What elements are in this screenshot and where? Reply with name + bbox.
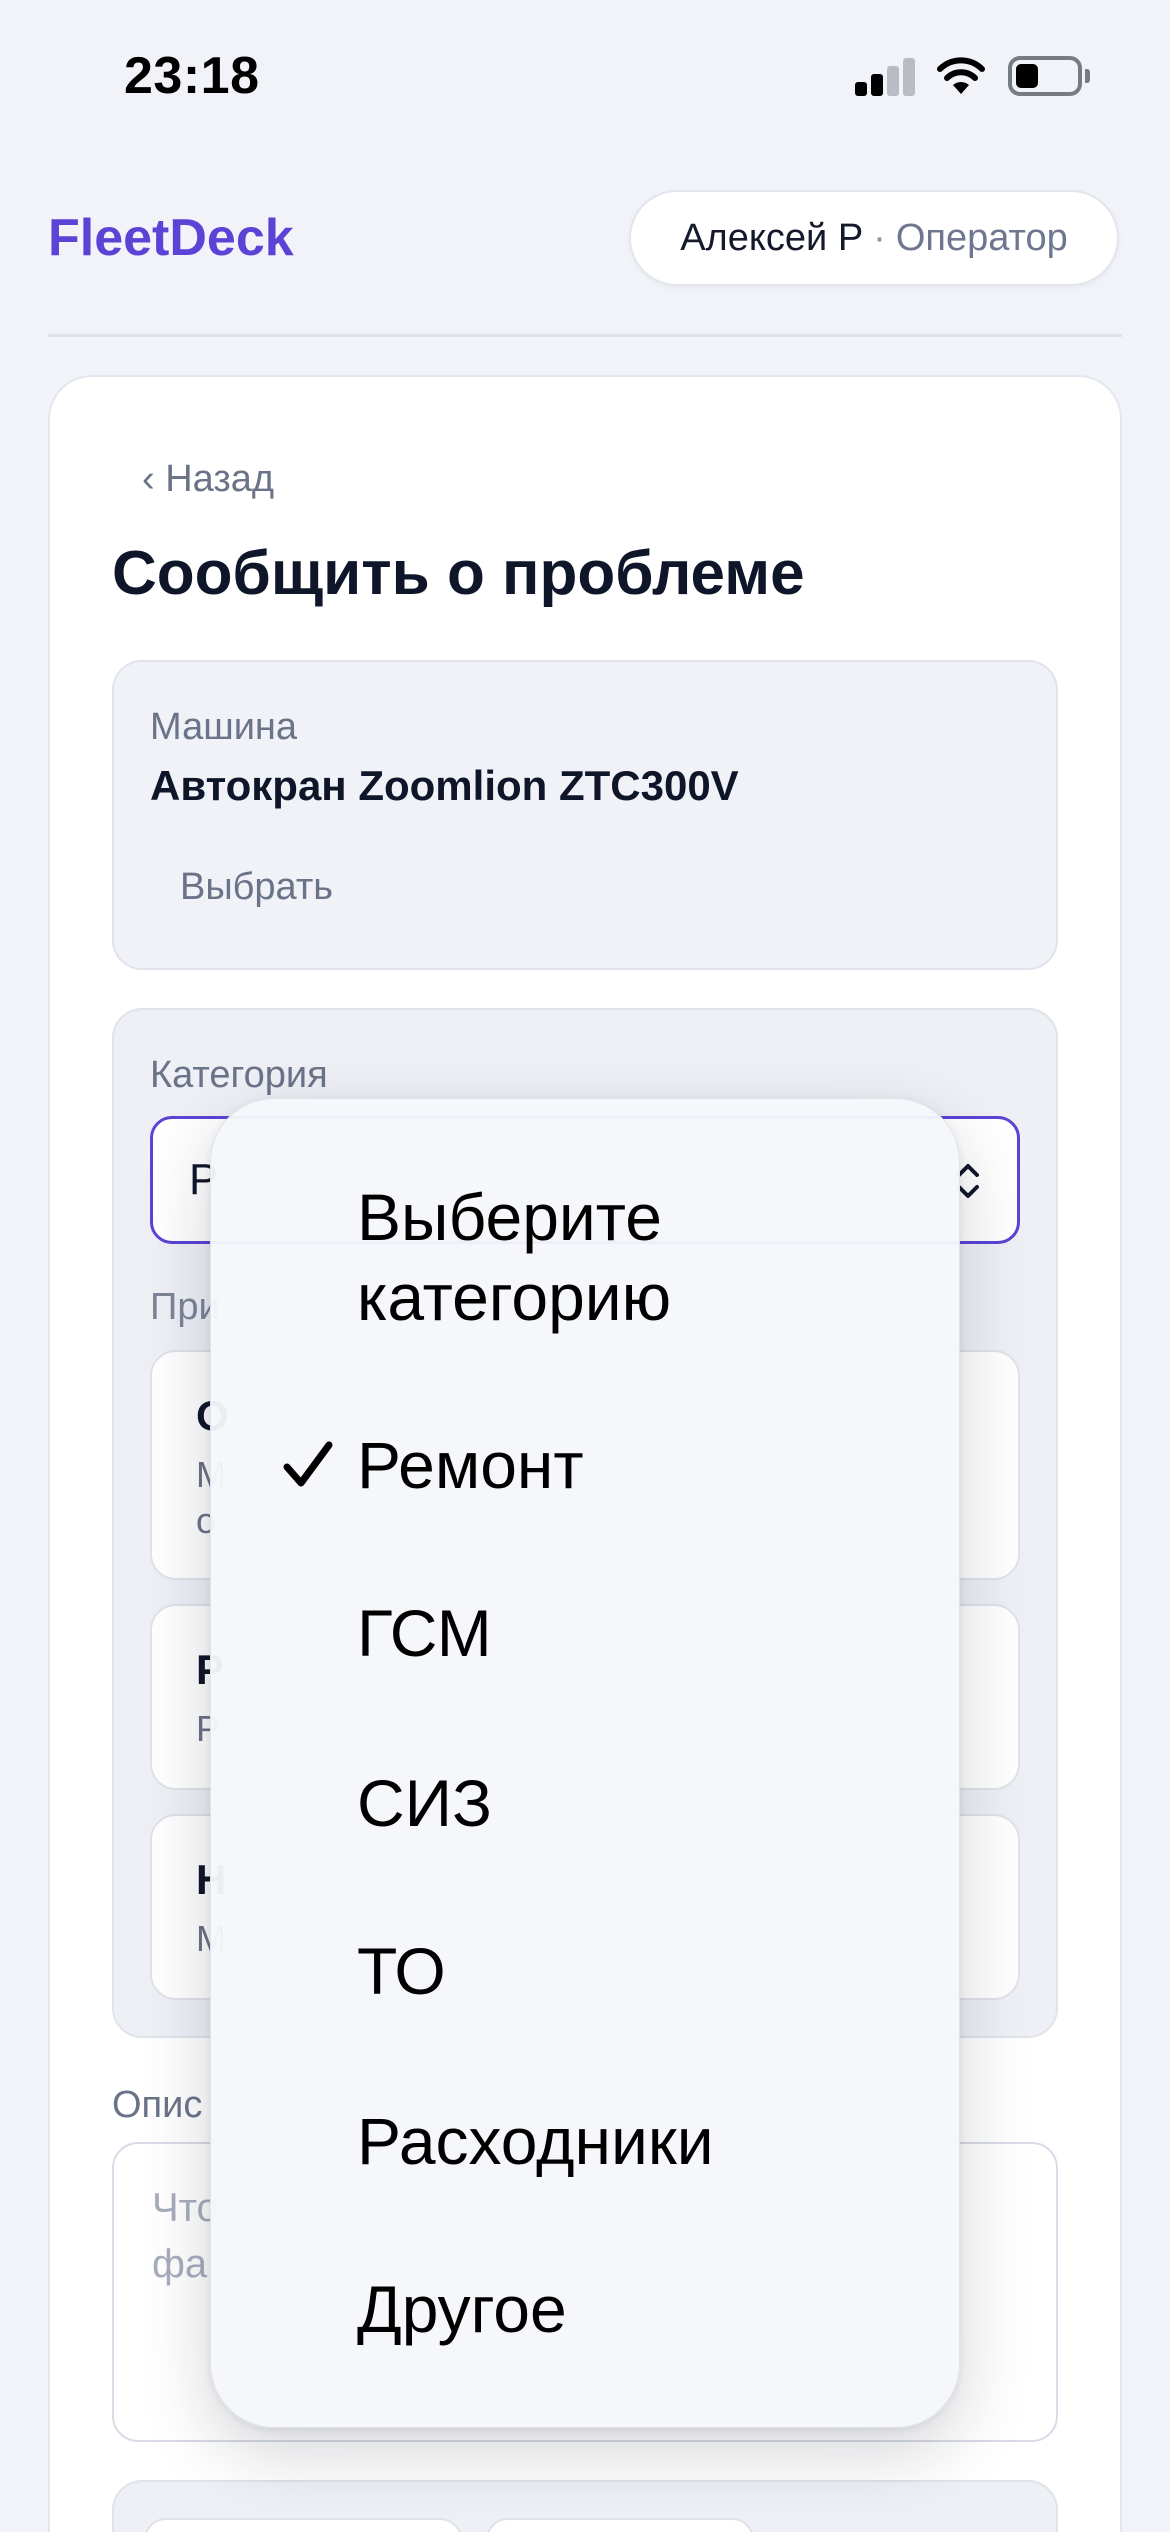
user-separator: · (873, 216, 886, 259)
dropdown-option-label: ТО (357, 1934, 446, 2008)
dropdown-option-other[interactable]: Другое (211, 2269, 961, 2349)
machine-name: Автокран Zoomlion ZTC300V (150, 762, 739, 809)
category-dropdown-menu: Выберите категорию Ремонт ГСМ СИЗ ТО Рас… (210, 1098, 960, 2428)
status-bar: 23:18 (0, 0, 1170, 150)
battery-icon (1008, 56, 1090, 96)
back-link[interactable]: ‹ Назад (142, 458, 274, 501)
header-divider (48, 334, 1122, 337)
attachment-chip[interactable] (486, 2518, 754, 2532)
dropdown-option-label: Расходники (357, 2104, 714, 2178)
page-title: Сообщить о проблеме (112, 539, 805, 608)
checkmark-icon (283, 1441, 333, 1487)
dropdown-option-ppe[interactable]: СИЗ (211, 1763, 961, 1843)
dropdown-option-label: Выберите категорию (357, 1180, 672, 1334)
dropdown-option-consumables[interactable]: Расходники (211, 2101, 961, 2181)
dropdown-option-maintenance[interactable]: ТО (211, 1931, 961, 2011)
description-label: Опис (112, 2084, 203, 2126)
attachments-section (112, 2480, 1058, 2532)
app-logo[interactable]: FleetDeck (48, 208, 294, 268)
user-role: Оператор (895, 216, 1068, 259)
dropdown-option-label: СИЗ (357, 1766, 492, 1840)
dropdown-option-placeholder[interactable]: Выберите категорию (211, 1177, 961, 1347)
user-name: Алексей Р (680, 216, 864, 259)
dropdown-option-label: Ремонт (357, 1428, 584, 1502)
cellular-signal-icon (855, 58, 917, 96)
dropdown-option-label: Другое (357, 2272, 567, 2346)
status-time: 23:18 (124, 47, 260, 105)
attachment-chip[interactable] (144, 2518, 462, 2532)
dropdown-option-repair[interactable]: Ремонт (211, 1425, 961, 1505)
dropdown-option-label: ГСМ (357, 1596, 492, 1670)
machine-label: Машина (150, 706, 298, 748)
select-machine-button[interactable]: Выбрать (180, 866, 333, 909)
wifi-icon (937, 57, 985, 94)
user-profile-pill[interactable]: Алексей Р · Оператор (629, 190, 1119, 286)
dropdown-option-fuel[interactable]: ГСМ (211, 1593, 961, 1673)
category-label: Категория (150, 1054, 328, 1096)
